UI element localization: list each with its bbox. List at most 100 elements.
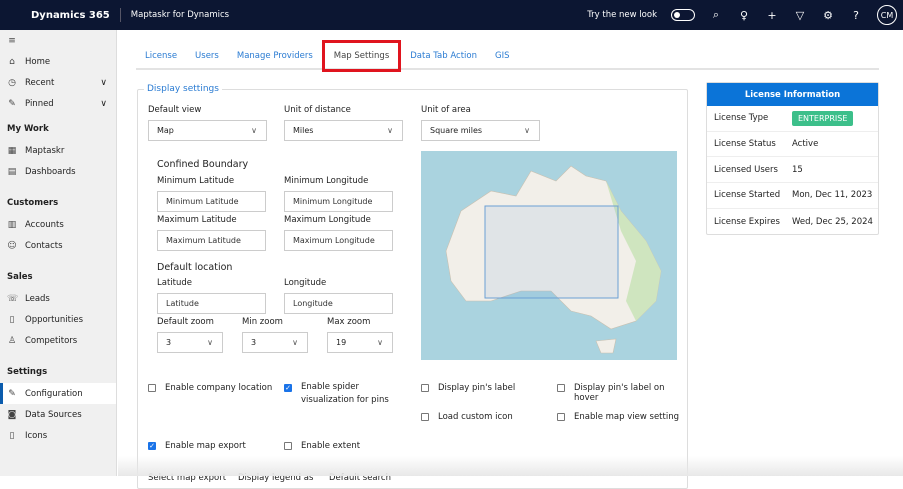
tab-users[interactable]: Users [186,51,228,61]
tab-map-settings[interactable]: Map Settings [321,40,402,72]
checkbox-icon [421,384,429,392]
sidebar-item-label: Accounts [25,219,64,230]
checkbox-label: Enable map view setting [574,412,679,422]
min-lon-label: Minimum Longitude [284,176,369,186]
default-view-select[interactable]: Map ∨ [148,120,267,141]
min-lat-input[interactable]: Minimum Latitude [157,191,266,212]
checkbox-enable-extent[interactable]: Enable extent [284,441,360,451]
chevron-down-icon: ∨ [387,126,393,135]
sidebar-item-label: Maptaskr [25,145,65,156]
sidebar-item-maptaskr[interactable]: ▦ Maptaskr [0,140,116,161]
filter-icon[interactable]: ▽ [793,9,807,22]
hamburger-menu-button[interactable]: ≡ [0,30,116,51]
select-value: Miles [293,126,314,135]
default-zoom-select[interactable]: 3 ∨ [157,332,223,353]
select-value: 3 [166,338,172,347]
sidebar-item-pinned[interactable]: ✎ Pinned ∨ [0,93,116,114]
australia-map [445,165,662,354]
checkbox-display-pin-label[interactable]: Display pin's label [421,383,515,393]
license-key: License Expires [714,216,780,227]
select-value: 3 [251,338,257,347]
sidebar-item-leads[interactable]: ☏ Leads [0,288,116,309]
checkbox-display-pin-label-hover[interactable]: Display pin's label on hover [557,383,687,403]
sidebar-item-label: Dashboards [25,166,76,177]
max-lon-label: Maximum Longitude [284,215,371,225]
new-look-toggle[interactable] [671,9,695,21]
display-settings-title: Display settings [144,84,222,94]
pin-icon: ✎ [8,98,16,109]
max-zoom-select[interactable]: 19 ∨ [327,332,393,353]
sidebar: ≡ ⌂ Home ◷ Recent ∨ ✎ Pinned ∨ My Work ▦ Mapta… [0,30,117,476]
checkbox-enable-map-export[interactable]: ✓ Enable map export [148,441,246,451]
tab-data-tab-action[interactable]: Data Tab Action [401,51,486,61]
avatar[interactable]: CM [877,5,897,25]
sidebar-item-dashboards[interactable]: ▤ Dashboards [0,161,116,182]
contact-icon: ☺ [7,240,17,251]
plus-icon[interactable]: + [765,9,779,22]
sidebar-item-label: Data Sources [25,409,82,420]
unit-distance-label: Unit of distance [284,105,351,115]
sidebar-item-accounts[interactable]: ▥ Accounts [0,214,116,235]
chevron-down-icon: ∨ [524,126,530,135]
checkbox-enable-map-view-setting[interactable]: Enable map view setting [557,412,679,422]
max-lat-input[interactable]: Maximum Latitude [157,230,266,251]
checkbox-enable-company-location[interactable]: Enable company location [148,383,272,393]
app-name[interactable]: Maptaskr for Dynamics [131,10,229,20]
sidebar-item-data-sources[interactable]: ◙ Data Sources [0,404,116,425]
max-zoom-label: Max zoom [327,317,371,327]
brand[interactable]: Dynamics 365 [31,10,110,21]
sidebar-item-contacts[interactable]: ☺ Contacts [0,235,116,256]
license-row: License Status Active [707,132,878,158]
sidebar-item-home[interactable]: ⌂ Home [0,51,116,72]
checkbox-label: Display pin's label [438,383,516,393]
license-row: License Expires Wed, Dec 25, 2024 [707,209,878,235]
help-icon[interactable]: ? [849,9,863,22]
bottom-fade [118,456,903,476]
home-icon: ⌂ [9,56,15,67]
license-value: 15 [792,164,803,175]
checkbox-icon [284,442,292,450]
unit-distance-select[interactable]: Miles ∨ [284,120,403,141]
longitude-input[interactable]: Longitude [284,293,393,314]
min-zoom-select[interactable]: 3 ∨ [242,332,308,353]
gear-icon[interactable]: ⚙ [821,9,835,22]
tab-license[interactable]: License [136,51,186,61]
document-icon: ▯ [9,314,15,325]
unit-area-select[interactable]: Square miles ∨ [421,120,540,141]
min-lon-input[interactable]: Minimum Longitude [284,191,393,212]
checkbox-label: Enable map export [165,441,246,451]
chevron-down-icon: ∨ [377,338,383,347]
chevron-down-icon[interactable]: ∨ [100,78,107,88]
section-settings: Settings [7,367,48,377]
sidebar-item-recent[interactable]: ◷ Recent ∨ [0,72,116,93]
try-new-look-label: Try the new look [587,10,657,20]
sidebar-item-label: Contacts [25,240,63,251]
checkbox-label: Display pin's label on hover [574,383,665,403]
tab-bar: License Users Manage Providers Map Setti… [136,40,879,72]
clock-icon: ◷ [8,77,16,88]
checkbox-label: Enable company location [165,383,273,393]
chevron-down-icon: ∨ [207,338,213,347]
chevron-down-icon[interactable]: ∨ [100,99,107,109]
sidebar-item-opportunities[interactable]: ▯ Opportunities [0,309,116,330]
checkbox-icon [557,413,565,421]
map-preview[interactable] [421,151,677,360]
sidebar-item-competitors[interactable]: ♙ Competitors [0,330,116,351]
max-lat-label: Maximum Latitude [157,215,237,225]
sidebar-item-configuration[interactable]: ✎ Configuration [0,383,116,404]
sidebar-item-label: Competitors [25,335,78,346]
display-settings-panel: Display settings Default view Map ∨ Unit … [137,84,688,489]
checkbox-checked-icon: ✓ [148,442,156,450]
checkbox-enable-spider[interactable]: ✓ Enable spider visualization for pins [284,382,414,407]
sidebar-item-icons[interactable]: ▯ Icons [0,425,116,446]
license-info-card: License Information License Type ENTERPRI… [706,82,879,235]
tab-gis[interactable]: GIS [486,51,519,61]
divider [119,8,121,22]
lightbulb-icon[interactable]: ♀ [737,9,751,22]
select-value: Map [157,126,174,135]
max-lon-input[interactable]: Maximum Longitude [284,230,393,251]
search-icon[interactable]: ⌕ [709,8,723,22]
checkbox-load-custom-icon[interactable]: Load custom icon [421,412,513,422]
latitude-input[interactable]: Latitude [157,293,266,314]
tab-manage-providers[interactable]: Manage Providers [228,51,322,61]
